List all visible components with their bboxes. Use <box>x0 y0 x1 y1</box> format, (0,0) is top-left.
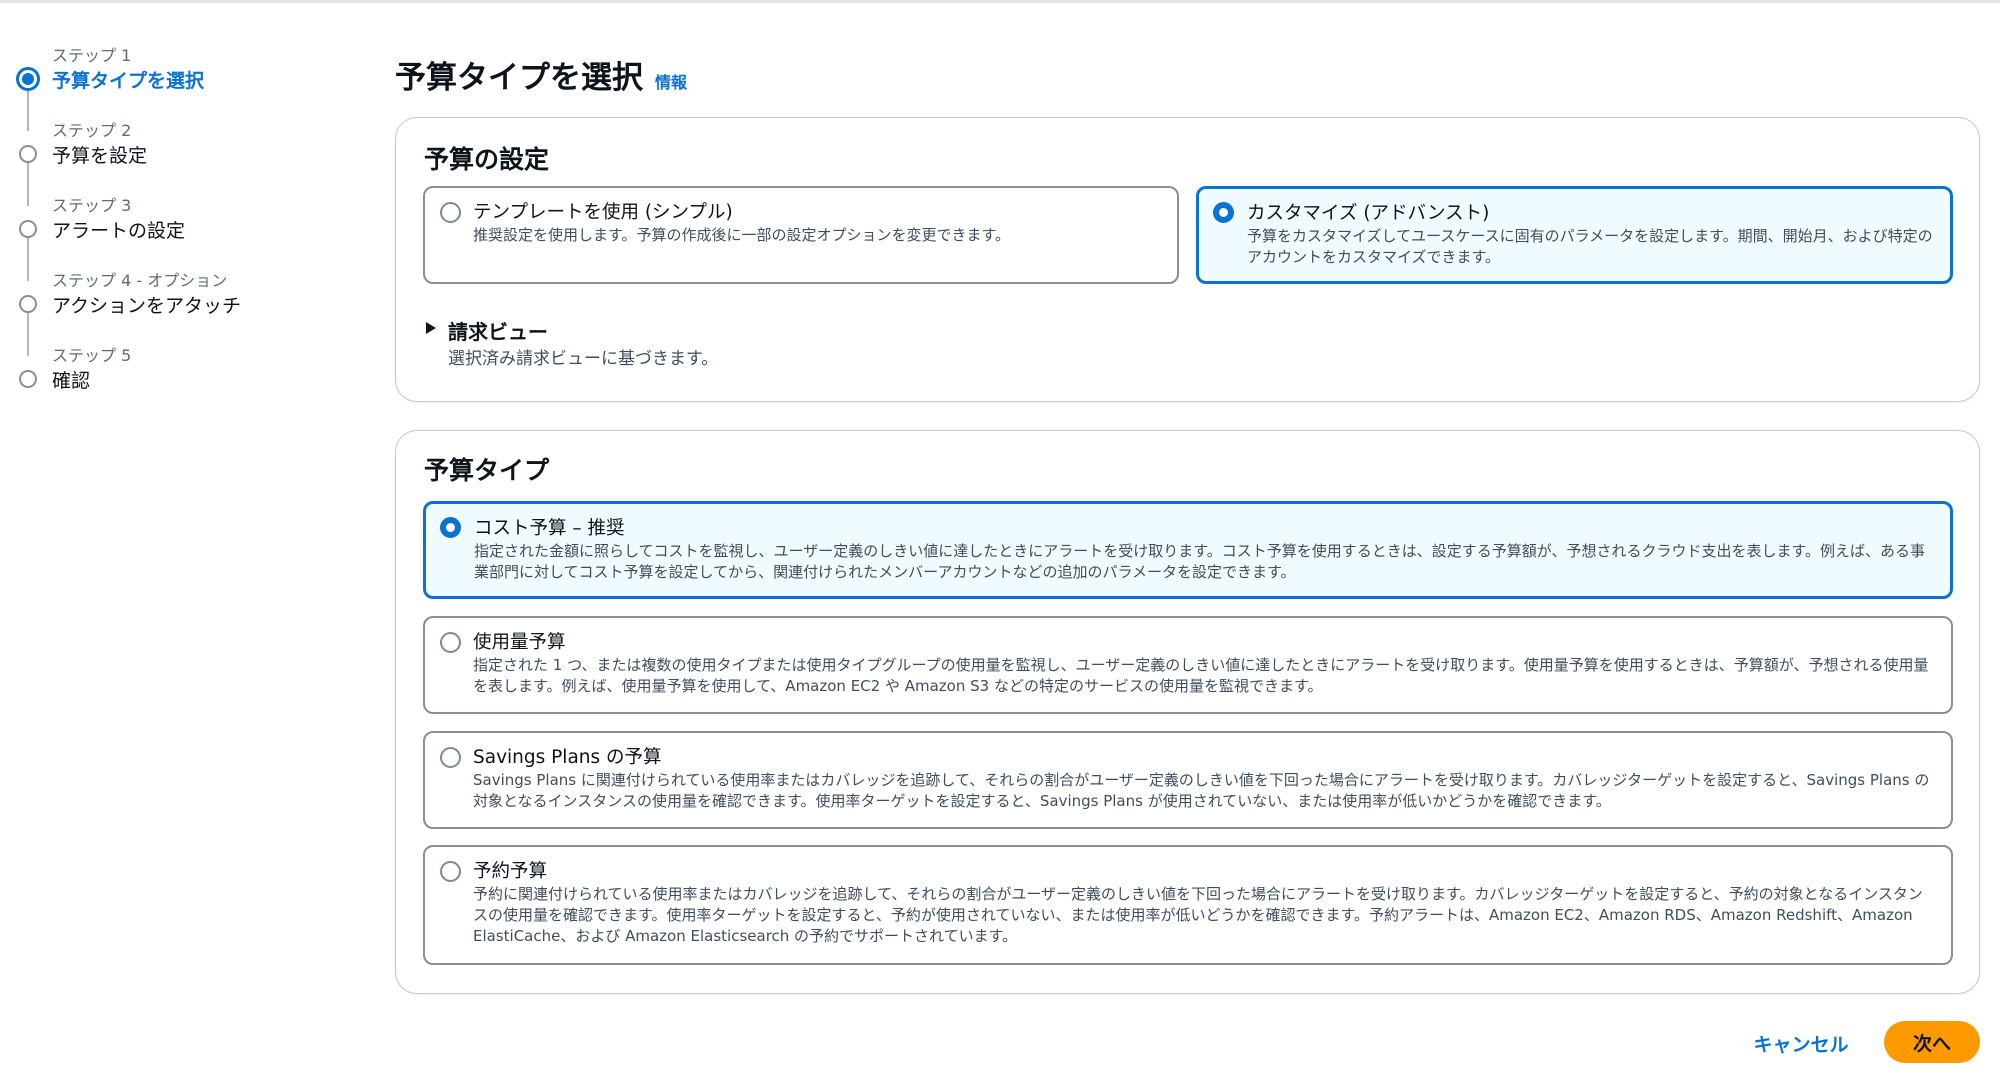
main-content: 予算タイプを選択 情報 予算の設定 テンプレートを使用 (シンプル) 推奨設定を… <box>395 52 1980 994</box>
step-circle-icon <box>19 145 37 163</box>
step-label: 確認 <box>52 370 91 392</box>
radio-unselected-icon[interactable] <box>440 632 461 653</box>
savings-plans-budget-option[interactable]: Savings Plans の予算 Savings Plans に関連付けられて… <box>423 731 1953 829</box>
next-button[interactable]: 次へ <box>1884 1021 1980 1063</box>
step-active-circle-icon <box>16 67 40 91</box>
wizard-steps: ステップ 1 予算タイプを選択 ステップ 2 予算を設定 ステップ 3 アラート… <box>14 42 354 417</box>
reservation-budget-option[interactable]: 予約予算 予約に関連付けられている使用率またはカバレッジを追跡して、それらの割合… <box>423 845 1953 965</box>
step-label: アラートの設定 <box>52 220 186 242</box>
option-title: 使用量予算 <box>473 632 566 653</box>
step-number: ステップ 2 <box>52 121 132 140</box>
radio-unselected-icon[interactable] <box>440 747 461 768</box>
option-description: Savings Plans に関連付けられている使用率またはカバレッジを追跡して… <box>473 771 1930 810</box>
step-5[interactable]: ステップ 5 確認 <box>14 342 354 417</box>
option-description: 予約に関連付けられている使用率またはカバレッジを追跡して、それらの割合がユーザー… <box>473 885 1923 945</box>
option-description: 予算をカスタマイズしてユースケースに固有のパラメータを設定します。期間、開始月、… <box>1247 227 1933 266</box>
page-title: 予算タイプを選択 <box>395 60 643 96</box>
budget-wizard-page: ステップ 1 予算タイプを選択 ステップ 2 予算を設定 ステップ 3 アラート… <box>0 0 2000 1086</box>
step-2[interactable]: ステップ 2 予算を設定 <box>14 117 354 206</box>
step-label: 予算を設定 <box>52 145 148 167</box>
option-title: Savings Plans の予算 <box>473 747 662 768</box>
step-1[interactable]: ステップ 1 予算タイプを選択 <box>14 42 354 131</box>
step-3[interactable]: ステップ 3 アラートの設定 <box>14 192 354 281</box>
option-title: コスト予算 – 推奨 <box>474 518 625 539</box>
customize-advanced-option[interactable]: カスタマイズ (アドバンスト) 予算をカスタマイズしてユースケースに固有のパラメ… <box>1196 186 1953 284</box>
step-number: ステップ 5 <box>52 346 132 365</box>
option-description: 指定された 1 つ、または複数の使用タイプまたは使用タイプグループの使用量を監視… <box>473 656 1929 695</box>
step-circle-icon <box>19 370 37 388</box>
option-title: 予約予算 <box>473 861 548 882</box>
billing-view-description: 選択済み請求ビューに基づきます。 <box>448 349 719 369</box>
template-simple-option[interactable]: テンプレートを使用 (シンプル) 推奨設定を使用します。予算の作成後に一部の設定… <box>423 186 1179 284</box>
option-title: テンプレートを使用 (シンプル) <box>473 202 733 223</box>
radio-unselected-icon[interactable] <box>440 202 461 223</box>
option-description: 推奨設定を使用します。予算の作成後に一部の設定オプションを変更できます。 <box>473 226 1011 244</box>
step-number: ステップ 4 - オプション <box>52 271 228 290</box>
radio-unselected-icon[interactable] <box>440 861 461 882</box>
step-circle-icon <box>19 220 37 238</box>
cancel-button[interactable]: キャンセル <box>1736 1024 1866 1062</box>
cost-budget-option[interactable]: コスト予算 – 推奨 指定された金額に照らしてコストを監視し、ユーザー定義のしき… <box>423 501 1953 599</box>
step-circle-icon <box>19 295 37 313</box>
option-description: 指定された金額に照らしてコストを監視し、ユーザー定義のしきい値に達したときにアラ… <box>474 542 1925 581</box>
top-divider <box>0 0 2000 3</box>
budget-settings-container: 予算の設定 テンプレートを使用 (シンプル) 推奨設定を使用します。予算の作成後… <box>395 117 1980 402</box>
step-label[interactable]: 予算タイプを選択 <box>52 66 204 93</box>
step-4[interactable]: ステップ 4 - オプション アクションをアタッチ <box>14 267 354 356</box>
caret-right-icon[interactable] <box>426 322 436 334</box>
budget-settings-title: 予算の設定 <box>424 145 550 174</box>
step-number: ステップ 1 <box>52 46 132 65</box>
radio-selected-icon[interactable] <box>1213 202 1234 223</box>
budget-types-container: 予算タイプ コスト予算 – 推奨 指定された金額に照らしてコストを監視し、ユーザ… <box>395 430 1980 994</box>
option-title: カスタマイズ (アドバンスト) <box>1247 203 1490 224</box>
page-header: 予算タイプを選択 情報 <box>395 52 1980 96</box>
radio-selected-icon[interactable] <box>440 517 461 538</box>
info-link[interactable]: 情報 <box>655 69 687 93</box>
billing-view-title[interactable]: 請求ビュー <box>448 316 548 345</box>
budget-types-title: 予算タイプ <box>424 456 550 485</box>
step-number: ステップ 3 <box>52 196 132 215</box>
usage-budget-option[interactable]: 使用量予算 指定された 1 つ、または複数の使用タイプまたは使用タイプグループの… <box>423 616 1953 714</box>
step-label: アクションをアタッチ <box>52 295 242 317</box>
